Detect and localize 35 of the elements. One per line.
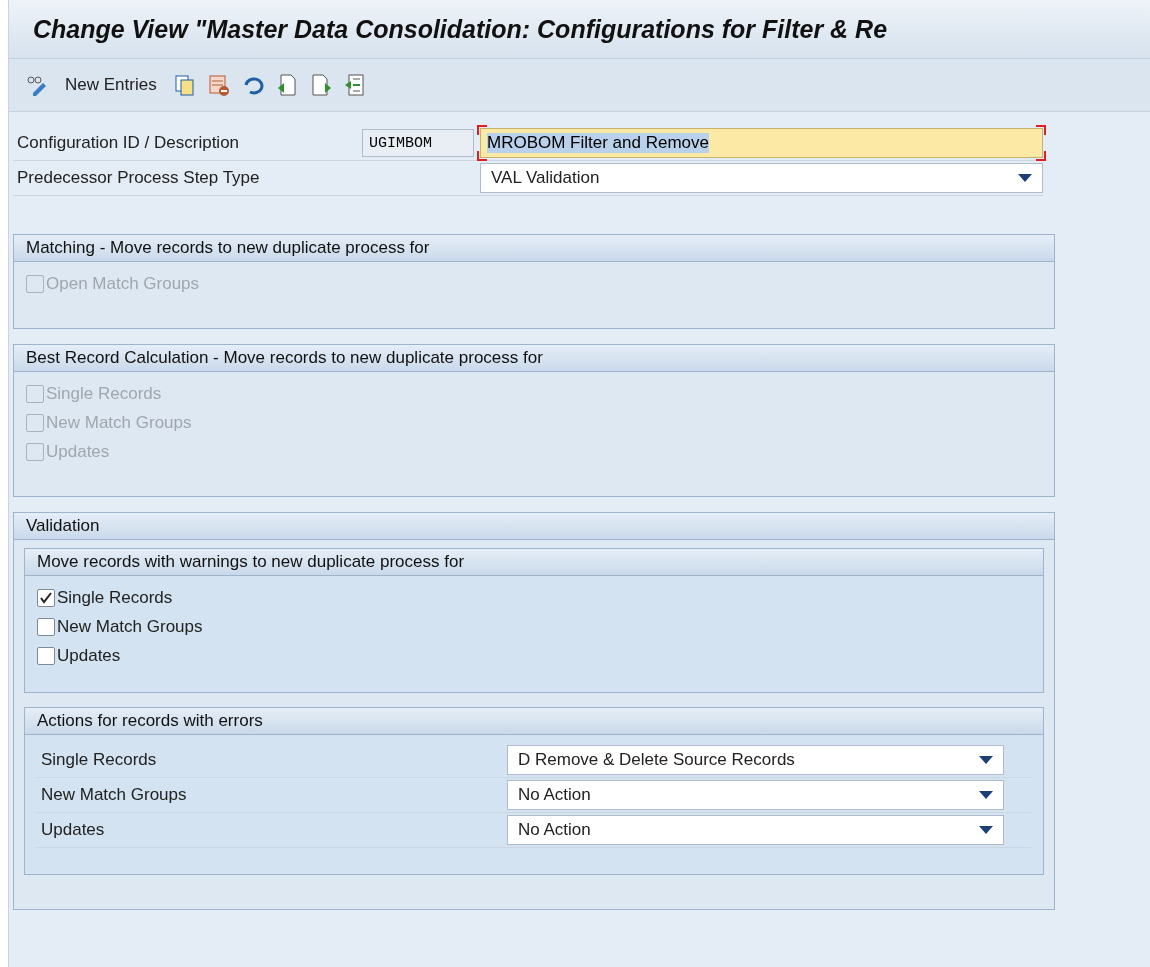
group-title: Actions for records with errors [25, 708, 1043, 735]
field-label: New Match Groups [40, 785, 188, 805]
checkbox-label: New Match Groups [26, 413, 192, 433]
group-title: Validation [14, 513, 1054, 540]
copy-icon[interactable] [172, 73, 197, 97]
caret-icon [979, 756, 993, 764]
checkbox-label: Updates [26, 442, 110, 462]
dropdown[interactable]: No Action [507, 815, 1004, 845]
checkbox[interactable] [37, 618, 55, 636]
field-label: Predecessor Process Step Type [16, 168, 261, 188]
caret-icon [979, 791, 993, 799]
delete-row-icon[interactable] [206, 73, 231, 97]
new-entries-button[interactable]: New Entries [59, 73, 163, 97]
group-title: Best Record Calculation - Move records to new duplicate process for [14, 345, 1054, 372]
field-label: Single Records [40, 750, 158, 770]
dropdown[interactable]: No Action [507, 780, 1004, 810]
group-title: Matching - Move records to new duplicate process for [14, 235, 1054, 262]
checkbox[interactable] [37, 589, 55, 607]
caret-icon [979, 826, 993, 834]
glasses-pencil-icon[interactable] [25, 73, 49, 97]
description-field[interactable]: MROBOM Filter and Remove [480, 128, 1043, 158]
checkbox-label: Single Records [26, 384, 162, 404]
field-label: Configuration ID / Description [16, 133, 241, 153]
checkbox[interactable] [37, 647, 55, 665]
dropdown[interactable]: D Remove & Delete Source Records [507, 745, 1004, 775]
field-label: Updates [40, 820, 106, 840]
checkbox-label: Updates [37, 646, 121, 666]
group-title: Move records with warnings to new duplicate process for [25, 549, 1043, 576]
dropdown[interactable]: VAL Validation [480, 163, 1043, 193]
checkbox-label: New Match Groups [37, 617, 203, 637]
checkbox-label: Open Match Groups [26, 274, 200, 294]
id-field[interactable]: UGIMBOM [362, 129, 474, 157]
checkbox-label: Single Records [37, 588, 173, 608]
caret-icon [1018, 174, 1032, 182]
window-title: Change View "Master Data Consolidation: Configurations for Filter & Re [33, 14, 888, 44]
